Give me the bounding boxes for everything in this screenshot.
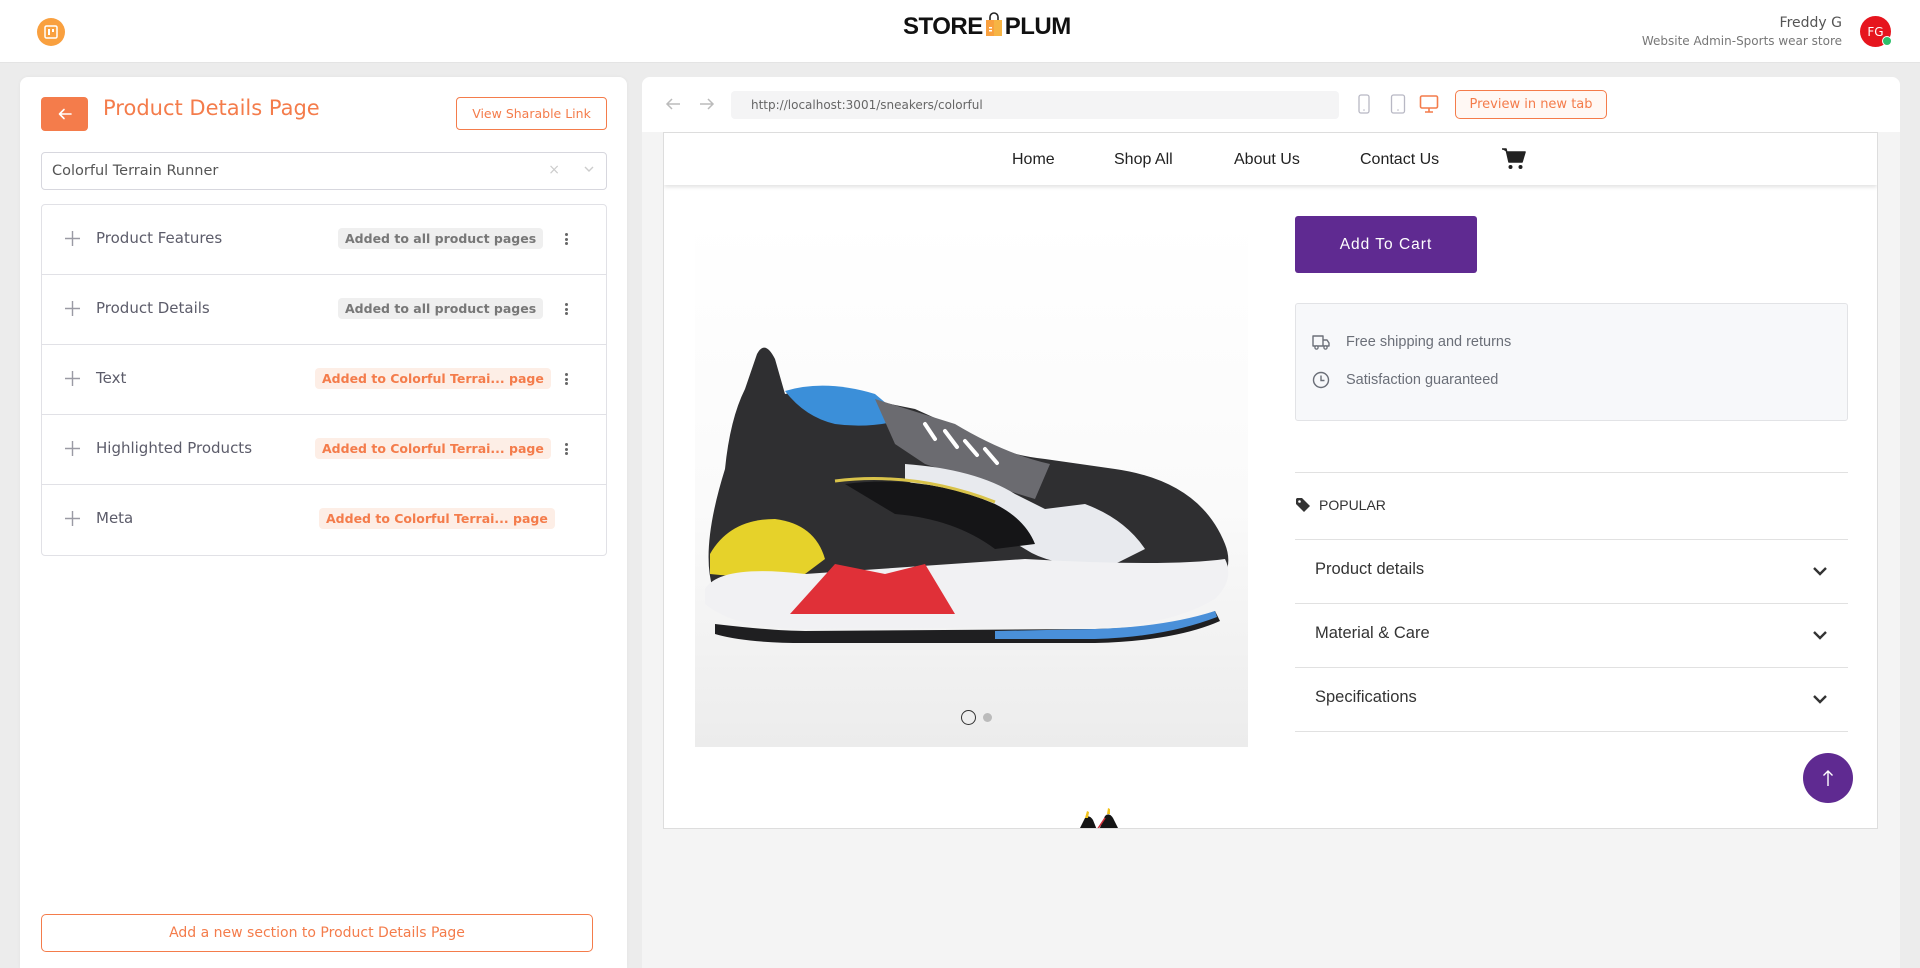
accordion-material-care[interactable]: Material & Care [1295, 604, 1848, 668]
avatar[interactable]: FG [1860, 16, 1892, 47]
nav-link-home[interactable]: Home [1012, 151, 1055, 169]
clear-icon[interactable]: × [548, 162, 560, 178]
kebab-menu-icon[interactable] [559, 300, 573, 318]
section-label: Meta [96, 509, 134, 527]
plus-icon[interactable] [64, 510, 81, 527]
chevron-down-icon [1813, 695, 1827, 704]
accordion-label: Product details [1315, 560, 1425, 578]
scope-badge: Added to all product pages [338, 298, 544, 319]
kebab-menu-icon[interactable] [559, 370, 573, 388]
plus-icon[interactable] [64, 370, 81, 387]
scope-badge: Added to Colorful Terrai... page [319, 508, 555, 529]
scope-badge: Added to all product pages [338, 228, 544, 249]
perk-item: Satisfaction guaranteed [1311, 370, 1498, 390]
product-thumbnail-peek [1080, 808, 1118, 828]
perk-text: Free shipping and returns [1346, 334, 1512, 350]
perks-box: Free shipping and returns Satisfaction g… [1295, 303, 1848, 421]
desktop-device-icon[interactable] [1419, 94, 1439, 114]
nav-link-about-us[interactable]: About Us [1234, 151, 1300, 169]
accordion-label: Material & Care [1315, 624, 1430, 642]
section-row[interactable]: Text Added to Colorful Terrai... page [42, 345, 606, 415]
section-label: Text [96, 369, 127, 387]
user-info[interactable]: Freddy G Website Admin-Sports wear store [1642, 14, 1842, 50]
chevron-down-icon [1813, 567, 1827, 576]
section-row[interactable]: Meta Added to Colorful Terrai... page [42, 485, 606, 555]
accordion-product-details[interactable]: Product details [1295, 540, 1848, 604]
carousel-dot-active[interactable] [961, 710, 976, 725]
nav-link-contact-us[interactable]: Contact Us [1360, 151, 1439, 169]
product-select-value: Colorful Terrain Runner [52, 163, 219, 179]
perk-text: Satisfaction guaranteed [1346, 372, 1499, 388]
section-label: Product Details [96, 299, 210, 317]
storeplum-logo: STORE PLUM [903, 12, 1071, 42]
accordion-label: Specifications [1315, 688, 1417, 706]
divider [1295, 472, 1848, 473]
plus-icon[interactable] [64, 440, 81, 457]
shopping-bag-icon [985, 12, 1002, 36]
plus-icon[interactable] [64, 300, 81, 317]
board-icon[interactable] [37, 18, 65, 46]
back-button[interactable] [41, 97, 88, 131]
section-list: Product Features Added to all product pa… [41, 204, 607, 556]
scroll-to-top-button[interactable] [1803, 753, 1853, 803]
nav-link-shop-all[interactable]: Shop All [1114, 151, 1173, 169]
url-text: http://localhost:3001/sneakers/colorful [751, 98, 983, 112]
plus-icon[interactable] [64, 230, 81, 247]
section-row[interactable]: Highlighted Products Added to Colorful T… [42, 415, 606, 485]
user-name: Freddy G [1779, 15, 1842, 31]
product-select[interactable]: Colorful Terrain Runner × [41, 152, 607, 190]
user-role: Website Admin-Sports wear store [1641, 34, 1842, 48]
perk-item: Free shipping and returns [1311, 332, 1511, 352]
url-bar[interactable]: http://localhost:3001/sneakers/colorful [731, 91, 1339, 119]
browser-back-icon[interactable] [663, 94, 683, 114]
top-bar: STORE PLUM Freddy G Website Admin-Sports… [0, 0, 1920, 63]
popular-tag: POPULAR [1295, 497, 1386, 513]
preview-new-tab-button[interactable]: Preview in new tab [1455, 90, 1607, 119]
section-row[interactable]: Product Features Added to all product pa… [42, 205, 606, 275]
sneaker-image [705, 347, 1229, 643]
site-nav: Home Shop All About Us Contact Us [664, 133, 1877, 185]
avatar-initials: FG [1867, 24, 1884, 39]
popular-tag-label: POPULAR [1319, 497, 1386, 513]
logo-text-left: STORE [903, 13, 983, 40]
divider [1295, 731, 1848, 732]
chevron-down-icon[interactable] [582, 162, 596, 176]
arrow-left-icon [58, 108, 72, 120]
scope-badge: Added to Colorful Terrai... page [315, 438, 551, 459]
arrow-up-icon [1823, 770, 1833, 786]
browser-toolbar: http://localhost:3001/sneakers/colorful … [642, 77, 1900, 132]
kebab-menu-icon[interactable] [559, 440, 573, 458]
carousel-dot[interactable] [983, 713, 992, 722]
page-title: Product Details Page [103, 96, 320, 120]
kebab-menu-icon[interactable] [559, 230, 573, 248]
scope-badge: Added to Colorful Terrai... page [315, 368, 551, 389]
add-to-cart-button[interactable]: Add To Cart [1295, 216, 1477, 273]
view-sharable-link-button[interactable]: View Sharable Link [456, 97, 607, 130]
accordion-specifications[interactable]: Specifications [1295, 668, 1848, 732]
site-preview-frame: Home Shop All About Us Contact Us Add To… [663, 132, 1878, 829]
logo-text-right: PLUM [1004, 13, 1072, 40]
section-label: Highlighted Products [96, 439, 253, 457]
section-row[interactable]: Product Details Added to all product pag… [42, 275, 606, 345]
page-editor-panel: Product Details Page View Sharable Link … [20, 77, 627, 968]
carousel-dots [961, 710, 992, 725]
section-label: Product Features [96, 229, 223, 247]
mobile-device-icon[interactable] [1356, 94, 1372, 114]
cart-icon[interactable] [1501, 147, 1527, 171]
product-image[interactable] [695, 219, 1248, 747]
online-status-dot [1882, 36, 1892, 46]
tablet-device-icon[interactable] [1390, 94, 1406, 114]
truck-icon [1312, 335, 1330, 350]
tag-icon [1296, 498, 1310, 512]
preview-panel: http://localhost:3001/sneakers/colorful … [642, 77, 1900, 968]
add-section-button[interactable]: Add a new section to Product Details Pag… [41, 914, 593, 952]
chevron-down-icon [1813, 631, 1827, 640]
browser-forward-icon[interactable] [697, 94, 717, 114]
clock-icon [1312, 371, 1330, 389]
